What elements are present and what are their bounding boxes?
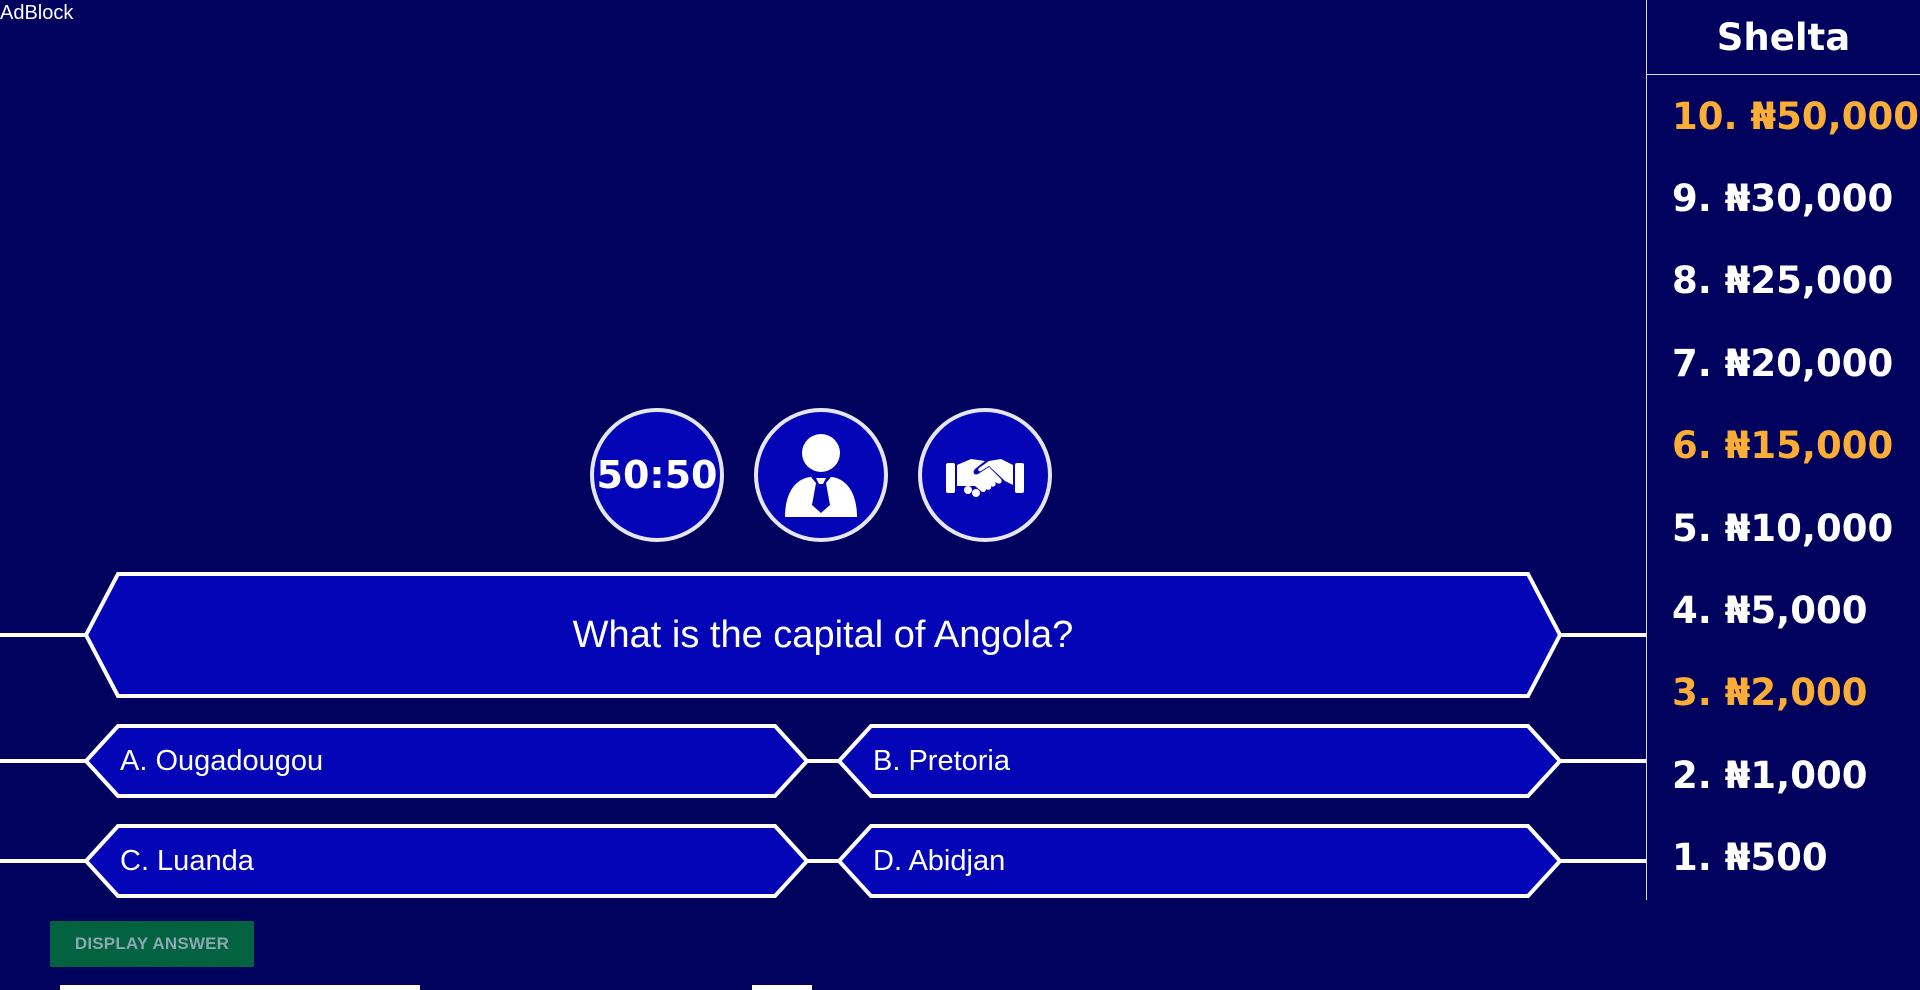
answer-d-label: D. Abidjan	[873, 844, 1006, 877]
ladder-item-10: 10. ₦50,000	[1672, 94, 1919, 138]
ask-expert-lifeline-button[interactable]	[754, 408, 888, 542]
game-stage: AdBlock 50:50 What is the capital of Ang…	[0, 0, 1646, 990]
bottom-strip-right	[752, 985, 812, 990]
handshake-icon	[946, 459, 1024, 497]
answer-line-right-2	[1555, 859, 1646, 863]
bottom-strip-left	[60, 985, 420, 990]
fifty-fifty-lifeline-button[interactable]: 50:50	[590, 408, 724, 542]
answer-d-button[interactable]: D. Abidjan	[837, 824, 1562, 898]
ladder-item-8: 8. ₦25,000	[1672, 259, 1894, 303]
ladder-item-3: 3. ₦2,000	[1672, 671, 1868, 715]
answer-c-button[interactable]: C. Luanda	[84, 824, 809, 898]
ladder-item-7: 7. ₦20,000	[1672, 341, 1894, 385]
handshake-lifeline-button[interactable]	[918, 408, 1052, 542]
ladder-item-6: 6. ₦15,000	[1672, 424, 1894, 468]
adblock-label: AdBlock	[0, 2, 74, 24]
ladder-item-4: 4. ₦5,000	[1672, 589, 1868, 633]
ladder-title: Shelta	[1647, 0, 1920, 75]
ladder-item-9: 9. ₦30,000	[1672, 177, 1894, 221]
question-line-right	[1555, 633, 1646, 637]
ladder-list: 10. ₦50,000 9. ₦30,000 8. ₦25,000 7. ₦20…	[1647, 75, 1920, 899]
answer-b-button[interactable]: B. Pretoria	[837, 724, 1562, 798]
ladder-item-2: 2. ₦1,000	[1672, 753, 1868, 797]
answer-b-label: B. Pretoria	[873, 744, 1010, 777]
money-ladder: Shelta 10. ₦50,000 9. ₦30,000 8. ₦25,000…	[1646, 0, 1920, 900]
answer-c-label: C. Luanda	[120, 844, 254, 877]
question-line-left	[0, 633, 90, 637]
question-text: What is the capital of Angola?	[572, 613, 1074, 656]
question-box: What is the capital of Angola?	[84, 572, 1562, 698]
answer-line-right-1	[1555, 759, 1646, 763]
answer-line-left-2	[0, 859, 90, 863]
answer-a-label: A. Ougadougou	[120, 744, 324, 777]
answer-line-left-1	[0, 759, 90, 763]
person-with-tie-icon	[785, 434, 857, 517]
fifty-fifty-label: 50:50	[596, 453, 718, 497]
display-answer-button[interactable]: DISPLAY ANSWER	[50, 921, 254, 967]
ladder-item-1: 1. ₦500	[1672, 836, 1828, 880]
ladder-item-5: 5. ₦10,000	[1672, 506, 1894, 550]
answer-a-button[interactable]: A. Ougadougou	[84, 724, 809, 798]
